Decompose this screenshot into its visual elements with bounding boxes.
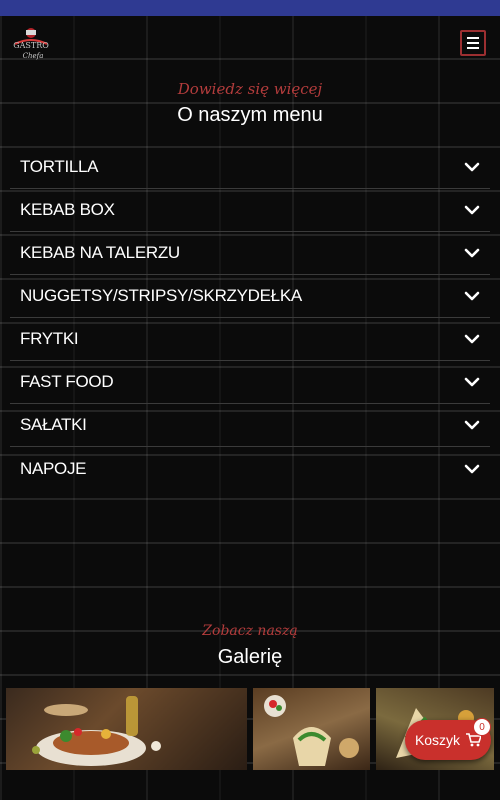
menu-section-title: O naszym menu bbox=[177, 104, 323, 126]
accordion-item-label: KEBAB BOX bbox=[20, 200, 115, 219]
accordion-item-label: KEBAB NA TALERZU bbox=[20, 243, 180, 262]
accordion-item-label: FAST FOOD bbox=[20, 372, 114, 391]
logo[interactable]: GASTRO Chefa bbox=[9, 24, 53, 64]
accordion-item-fast-food[interactable]: FAST FOOD bbox=[10, 361, 490, 404]
accordion-item-napoje[interactable]: NAPOJE bbox=[10, 447, 490, 490]
accordion-item-tortilla[interactable]: TORTILLA bbox=[10, 146, 490, 189]
cart-label: Koszyk bbox=[414, 732, 461, 748]
chevron-down-icon bbox=[464, 334, 480, 344]
hamburger-menu-button[interactable] bbox=[460, 30, 486, 56]
accordion-item-label: FRYTKI bbox=[20, 329, 79, 348]
accordion-item-nuggetsy[interactable]: NUGGETSY/STRIPSY/SKRZYDEŁKA bbox=[10, 275, 490, 318]
svg-text:GASTRO: GASTRO bbox=[13, 41, 49, 50]
menu-accordion: TORTILLA KEBAB BOX KEBAB NA TALERZU NUGG… bbox=[10, 146, 490, 490]
tortilla-wrap-photo bbox=[264, 695, 359, 766]
kebab-plate-photo bbox=[32, 696, 161, 766]
chevron-down-icon bbox=[464, 420, 480, 430]
gallery-image-kebab-plate[interactable] bbox=[6, 688, 247, 770]
gallery-section-kicker: Zobacz naszą bbox=[202, 623, 298, 639]
accordion-item-label: SAŁATKI bbox=[20, 415, 87, 434]
cart-button[interactable]: Koszyk 0 bbox=[405, 718, 491, 760]
chevron-down-icon bbox=[464, 377, 480, 387]
top-bar bbox=[0, 0, 500, 16]
chevron-down-icon bbox=[464, 162, 480, 172]
accordion-item-kebab-na-talerzu[interactable]: KEBAB NA TALERZU bbox=[10, 232, 490, 275]
gallery-section-title: Galerię bbox=[217, 646, 283, 668]
chevron-down-icon bbox=[464, 248, 480, 258]
cart-count-badge: 0 bbox=[473, 718, 491, 736]
accordion-item-salatki[interactable]: SAŁATKI bbox=[10, 404, 490, 447]
svg-text:Chefa: Chefa bbox=[23, 52, 44, 60]
chevron-down-icon bbox=[464, 291, 480, 301]
gallery-image-tortilla[interactable] bbox=[253, 688, 370, 770]
accordion-item-label: TORTILLA bbox=[20, 157, 99, 176]
chevron-down-icon bbox=[464, 464, 480, 473]
menu-section-kicker: Dowiedz się więcej bbox=[177, 80, 323, 98]
accordion-item-frytki[interactable]: FRYTKI bbox=[10, 318, 490, 361]
hamburger-icon bbox=[467, 36, 479, 51]
chevron-down-icon bbox=[464, 205, 480, 215]
accordion-item-kebab-box[interactable]: KEBAB BOX bbox=[10, 189, 490, 232]
accordion-item-label: NUGGETSY/STRIPSY/SKRZYDEŁKA bbox=[20, 286, 302, 305]
accordion-item-label: NAPOJE bbox=[20, 458, 87, 478]
gastro-chef-logo-icon: GASTRO Chefa bbox=[13, 28, 49, 60]
